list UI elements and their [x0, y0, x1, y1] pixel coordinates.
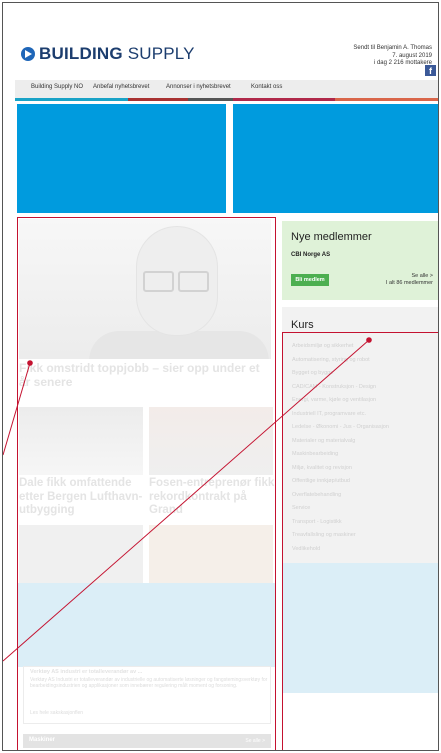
- newsletter-frame: BUILDING SUPPLY Sendt til Benjamin A. Th…: [2, 2, 439, 751]
- annotation-dot-1: [27, 360, 33, 366]
- annotation-line-2: [3, 339, 370, 662]
- annotation-dot-2: [366, 337, 372, 343]
- annotation-lines: [3, 337, 372, 662]
- annotation-line-1: [3, 362, 31, 456]
